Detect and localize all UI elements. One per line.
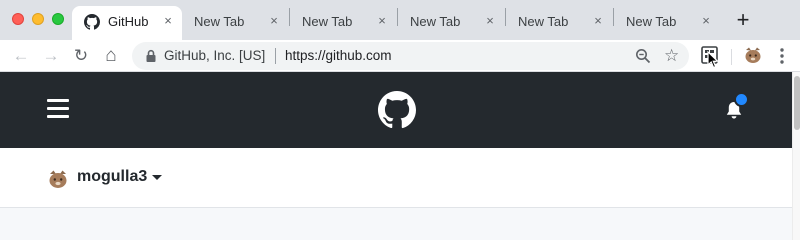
page-content: [0, 208, 792, 240]
zoom-window-button[interactable]: [52, 13, 64, 25]
close-tab-icon[interactable]: ×: [482, 13, 498, 29]
close-tab-icon[interactable]: ×: [160, 13, 176, 29]
tab-label: GitHub: [108, 14, 149, 29]
zoom-icon[interactable]: [635, 48, 651, 64]
close-tab-icon[interactable]: ×: [698, 13, 714, 29]
bookmark-star-icon[interactable]: ☆: [664, 46, 679, 66]
github-header: [0, 72, 792, 148]
github-logo-icon[interactable]: [378, 91, 416, 129]
page-scrollbar[interactable]: [792, 72, 800, 240]
tab-label: New Tab: [302, 14, 353, 29]
back-button[interactable]: ←: [10, 45, 32, 67]
tab-label: New Tab: [626, 14, 677, 29]
omnibox-separator: [275, 48, 276, 64]
close-tab-icon[interactable]: ×: [266, 13, 282, 29]
tab-label: New Tab: [518, 14, 569, 29]
browser-toolbar: ← → ↻ ⌂ GitHub, Inc. [US] https://github…: [0, 40, 800, 72]
address-bar[interactable]: GitHub, Inc. [US] https://github.com ☆: [132, 42, 689, 70]
more-menu-icon[interactable]: [772, 46, 792, 66]
account-switcher[interactable]: mogulla3: [0, 148, 792, 208]
user-avatar: [49, 170, 67, 188]
tab-new-tab[interactable]: New Tab ×: [290, 6, 398, 40]
hamburger-icon[interactable]: [47, 99, 69, 119]
tab-new-tab[interactable]: New Tab ×: [398, 6, 506, 40]
tab-strip: GitHub × New Tab × New Tab × New Tab × N…: [0, 0, 800, 40]
reload-button[interactable]: ↻: [70, 45, 92, 67]
new-tab-button[interactable]: +: [734, 9, 752, 31]
mouse-cursor-icon: [707, 51, 720, 69]
tab-new-tab[interactable]: New Tab ×: [614, 6, 722, 40]
home-button[interactable]: ⌂: [100, 45, 122, 67]
close-window-button[interactable]: [12, 13, 24, 25]
chevron-down-icon[interactable]: [152, 175, 162, 180]
tab-new-tab[interactable]: New Tab ×: [506, 6, 614, 40]
minimize-window-button[interactable]: [32, 13, 44, 25]
forward-button[interactable]: →: [40, 45, 62, 67]
toolbar-divider: [731, 49, 732, 65]
tab-label: New Tab: [410, 14, 461, 29]
tab-new-tab[interactable]: New Tab ×: [182, 6, 290, 40]
close-tab-icon[interactable]: ×: [590, 13, 606, 29]
tab-label: New Tab: [194, 14, 245, 29]
tab-github[interactable]: GitHub ×: [72, 6, 182, 40]
url-text[interactable]: https://github.com: [285, 48, 392, 63]
close-tab-icon[interactable]: ×: [374, 13, 390, 29]
profile-avatar-icon[interactable]: [744, 46, 762, 64]
username[interactable]: mogulla3: [77, 168, 147, 186]
site-identity: GitHub, Inc. [US]: [164, 48, 266, 63]
scrollbar-thumb[interactable]: [794, 76, 800, 130]
github-icon: [84, 14, 100, 30]
notification-indicator: [734, 92, 749, 107]
lock-icon: [146, 49, 156, 62]
